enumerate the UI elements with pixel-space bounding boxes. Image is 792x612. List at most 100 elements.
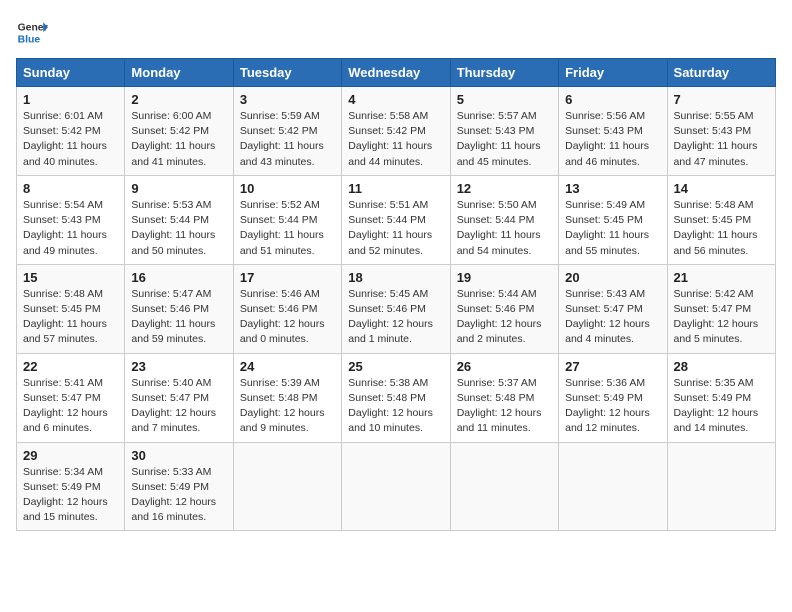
day-info: Sunrise: 5:52 AM Sunset: 5:44 PM Dayligh… — [240, 198, 335, 259]
calendar-cell: 16 Sunrise: 5:47 AM Sunset: 5:46 PM Dayli… — [125, 264, 233, 353]
day-info: Sunrise: 5:41 AM Sunset: 5:47 PM Dayligh… — [23, 376, 118, 437]
logo: General Blue — [16, 16, 54, 48]
day-number: 19 — [457, 270, 552, 285]
day-info: Sunrise: 5:47 AM Sunset: 5:46 PM Dayligh… — [131, 287, 226, 348]
day-info: Sunrise: 5:48 AM Sunset: 5:45 PM Dayligh… — [674, 198, 769, 259]
col-header-saturday: Saturday — [667, 59, 775, 87]
day-number: 25 — [348, 359, 443, 374]
day-info: Sunrise: 5:58 AM Sunset: 5:42 PM Dayligh… — [348, 109, 443, 170]
header-row: SundayMondayTuesdayWednesdayThursdayFrid… — [17, 59, 776, 87]
calendar-cell: 10 Sunrise: 5:52 AM Sunset: 5:44 PM Dayli… — [233, 175, 341, 264]
day-info: Sunrise: 5:42 AM Sunset: 5:47 PM Dayligh… — [674, 287, 769, 348]
calendar-cell: 30 Sunrise: 5:33 AM Sunset: 5:49 PM Dayli… — [125, 442, 233, 531]
calendar-cell: 13 Sunrise: 5:49 AM Sunset: 5:45 PM Dayli… — [559, 175, 667, 264]
day-number: 10 — [240, 181, 335, 196]
week-row-1: 1 Sunrise: 6:01 AM Sunset: 5:42 PM Daylig… — [17, 87, 776, 176]
day-info: Sunrise: 5:38 AM Sunset: 5:48 PM Dayligh… — [348, 376, 443, 437]
week-row-5: 29 Sunrise: 5:34 AM Sunset: 5:49 PM Dayli… — [17, 442, 776, 531]
day-number: 27 — [565, 359, 660, 374]
calendar-cell: 18 Sunrise: 5:45 AM Sunset: 5:46 PM Dayli… — [342, 264, 450, 353]
day-number: 6 — [565, 92, 660, 107]
logo-icon: General Blue — [16, 16, 48, 48]
day-number: 18 — [348, 270, 443, 285]
calendar-cell: 12 Sunrise: 5:50 AM Sunset: 5:44 PM Dayli… — [450, 175, 558, 264]
day-info: Sunrise: 5:40 AM Sunset: 5:47 PM Dayligh… — [131, 376, 226, 437]
day-info: Sunrise: 5:56 AM Sunset: 5:43 PM Dayligh… — [565, 109, 660, 170]
calendar-cell: 27Sunrise: 5:36 AM Sunset: 5:49 PM Dayli… — [559, 353, 667, 442]
calendar-cell: 15 Sunrise: 5:48 AM Sunset: 5:45 PM Dayli… — [17, 264, 125, 353]
day-number: 2 — [131, 92, 226, 107]
calendar-cell: 28 Sunrise: 5:35 AM Sunset: 5:49 PM Dayli… — [667, 353, 775, 442]
day-number: 7 — [674, 92, 769, 107]
day-number: 11 — [348, 181, 443, 196]
day-number: 4 — [348, 92, 443, 107]
day-info: Sunrise: 5:34 AM Sunset: 5:49 PM Dayligh… — [23, 465, 118, 526]
calendar-cell: 25 Sunrise: 5:38 AM Sunset: 5:48 PM Dayli… — [342, 353, 450, 442]
day-info: Sunrise: 5:45 AM Sunset: 5:46 PM Dayligh… — [348, 287, 443, 348]
calendar-cell — [342, 442, 450, 531]
day-info: Sunrise: 5:44 AM Sunset: 5:46 PM Dayligh… — [457, 287, 552, 348]
day-number: 16 — [131, 270, 226, 285]
week-row-4: 22 Sunrise: 5:41 AM Sunset: 5:47 PM Dayli… — [17, 353, 776, 442]
day-info: Sunrise: 5:37 AM Sunset: 5:48 PM Dayligh… — [457, 376, 552, 437]
day-number: 26 — [457, 359, 552, 374]
day-info: Sunrise: 5:50 AM Sunset: 5:44 PM Dayligh… — [457, 198, 552, 259]
calendar-cell: 3Sunrise: 5:59 AM Sunset: 5:42 PM Daylig… — [233, 87, 341, 176]
day-info: Sunrise: 5:53 AM Sunset: 5:44 PM Dayligh… — [131, 198, 226, 259]
calendar-cell: 29 Sunrise: 5:34 AM Sunset: 5:49 PM Dayli… — [17, 442, 125, 531]
day-info: Sunrise: 5:35 AM Sunset: 5:49 PM Dayligh… — [674, 376, 769, 437]
col-header-sunday: Sunday — [17, 59, 125, 87]
day-info: Sunrise: 5:51 AM Sunset: 5:44 PM Dayligh… — [348, 198, 443, 259]
calendar-cell — [450, 442, 558, 531]
day-number: 28 — [674, 359, 769, 374]
col-header-wednesday: Wednesday — [342, 59, 450, 87]
calendar-cell: 1 Sunrise: 6:01 AM Sunset: 5:42 PM Daylig… — [17, 87, 125, 176]
week-row-3: 15 Sunrise: 5:48 AM Sunset: 5:45 PM Dayli… — [17, 264, 776, 353]
day-info: Sunrise: 5:48 AM Sunset: 5:45 PM Dayligh… — [23, 287, 118, 348]
calendar-cell: 23Sunrise: 5:40 AM Sunset: 5:47 PM Dayli… — [125, 353, 233, 442]
calendar-cell: 11 Sunrise: 5:51 AM Sunset: 5:44 PM Dayli… — [342, 175, 450, 264]
day-info: Sunrise: 5:49 AM Sunset: 5:45 PM Dayligh… — [565, 198, 660, 259]
day-number: 29 — [23, 448, 118, 463]
calendar-cell: 5Sunrise: 5:57 AM Sunset: 5:43 PM Daylig… — [450, 87, 558, 176]
calendar-cell: 19 Sunrise: 5:44 AM Sunset: 5:46 PM Dayli… — [450, 264, 558, 353]
svg-text:Blue: Blue — [18, 34, 41, 45]
day-info: Sunrise: 5:39 AM Sunset: 5:48 PM Dayligh… — [240, 376, 335, 437]
day-number: 22 — [23, 359, 118, 374]
day-number: 30 — [131, 448, 226, 463]
day-info: Sunrise: 5:33 AM Sunset: 5:49 PM Dayligh… — [131, 465, 226, 526]
col-header-thursday: Thursday — [450, 59, 558, 87]
day-info: Sunrise: 6:00 AM Sunset: 5:42 PM Dayligh… — [131, 109, 226, 170]
calendar-cell: 9Sunrise: 5:53 AM Sunset: 5:44 PM Daylig… — [125, 175, 233, 264]
week-row-2: 8 Sunrise: 5:54 AM Sunset: 5:43 PM Daylig… — [17, 175, 776, 264]
calendar-cell — [559, 442, 667, 531]
day-number: 5 — [457, 92, 552, 107]
calendar-cell: 22 Sunrise: 5:41 AM Sunset: 5:47 PM Dayli… — [17, 353, 125, 442]
page-header: General Blue — [16, 16, 776, 48]
day-number: 8 — [23, 181, 118, 196]
calendar-cell: 7Sunrise: 5:55 AM Sunset: 5:43 PM Daylig… — [667, 87, 775, 176]
calendar-cell — [233, 442, 341, 531]
day-number: 12 — [457, 181, 552, 196]
calendar-cell: 17 Sunrise: 5:46 AM Sunset: 5:46 PM Dayli… — [233, 264, 341, 353]
calendar-cell: 20 Sunrise: 5:43 AM Sunset: 5:47 PM Dayli… — [559, 264, 667, 353]
day-number: 13 — [565, 181, 660, 196]
day-number: 3 — [240, 92, 335, 107]
calendar-cell: 26 Sunrise: 5:37 AM Sunset: 5:48 PM Dayli… — [450, 353, 558, 442]
col-header-tuesday: Tuesday — [233, 59, 341, 87]
day-number: 1 — [23, 92, 118, 107]
day-info: Sunrise: 5:43 AM Sunset: 5:47 PM Dayligh… — [565, 287, 660, 348]
calendar-table: SundayMondayTuesdayWednesdayThursdayFrid… — [16, 58, 776, 531]
day-number: 17 — [240, 270, 335, 285]
calendar-cell: 4 Sunrise: 5:58 AM Sunset: 5:42 PM Daylig… — [342, 87, 450, 176]
day-number: 15 — [23, 270, 118, 285]
day-info: Sunrise: 5:54 AM Sunset: 5:43 PM Dayligh… — [23, 198, 118, 259]
day-info: Sunrise: 6:01 AM Sunset: 5:42 PM Dayligh… — [23, 109, 118, 170]
calendar-cell: 24Sunrise: 5:39 AM Sunset: 5:48 PM Dayli… — [233, 353, 341, 442]
calendar-cell: 2 Sunrise: 6:00 AM Sunset: 5:42 PM Daylig… — [125, 87, 233, 176]
day-number: 20 — [565, 270, 660, 285]
calendar-cell: 6 Sunrise: 5:56 AM Sunset: 5:43 PM Daylig… — [559, 87, 667, 176]
calendar-cell: 14Sunrise: 5:48 AM Sunset: 5:45 PM Dayli… — [667, 175, 775, 264]
day-info: Sunrise: 5:46 AM Sunset: 5:46 PM Dayligh… — [240, 287, 335, 348]
calendar-cell: 8 Sunrise: 5:54 AM Sunset: 5:43 PM Daylig… — [17, 175, 125, 264]
